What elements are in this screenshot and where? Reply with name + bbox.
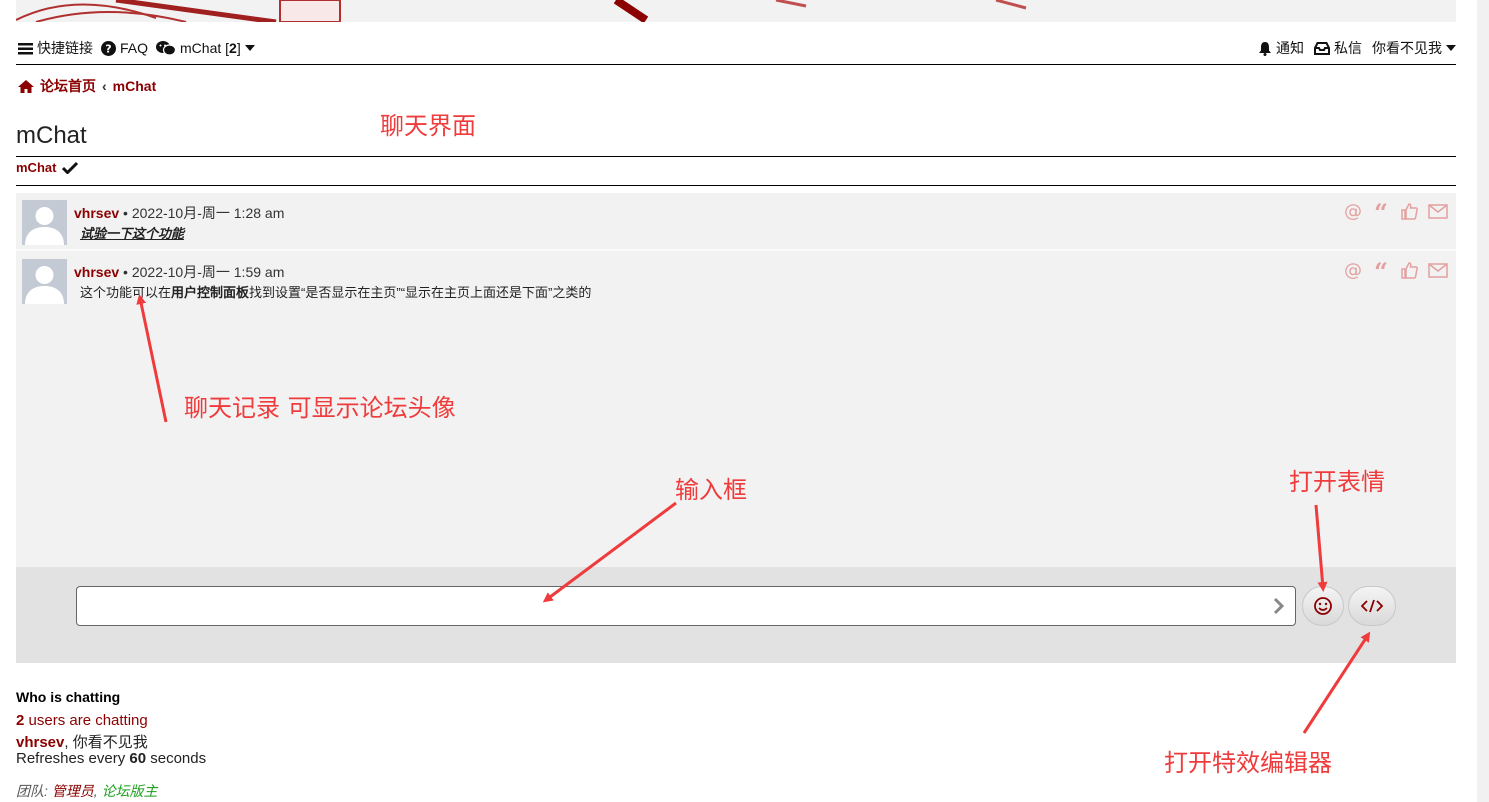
svg-text:?: ? — [105, 42, 111, 55]
svg-text:“: “ — [1374, 261, 1388, 279]
message-text: 这个功能可以在用户控制面板找到设置“是否显示在主页”“显示在主页上面还是下面”之… — [80, 285, 592, 300]
user-menu[interactable]: 你看不见我 — [1372, 38, 1456, 58]
navbar: 快捷链接 ? FAQ mChat [2] 通知 私信 你看不见我 — [16, 36, 1456, 65]
divider — [16, 156, 1456, 157]
notifications-label: 通知 — [1276, 40, 1304, 56]
home-icon — [18, 79, 34, 93]
refresh-info: Refreshes every 60 seconds — [16, 750, 207, 767]
envelope-icon[interactable] — [1428, 261, 1448, 279]
faq-label: FAQ — [120, 40, 149, 56]
quick-links-menu[interactable]: 快捷链接 — [18, 38, 93, 58]
message-separator: • — [119, 264, 132, 280]
private-messages-link[interactable]: 私信 — [1314, 38, 1362, 58]
annotation-chat-ui: 聊天界面 — [380, 112, 476, 140]
annotation-chat-history: 聊天记录 可显示论坛头像 — [184, 394, 456, 422]
users-chatting-count: 2 users are chatting — [16, 712, 148, 729]
inbox-icon — [1314, 41, 1330, 55]
subtab-mchat[interactable]: mChat — [16, 160, 79, 175]
page-title: mChat — [16, 122, 87, 149]
banner-art-icon — [16, 0, 1027, 22]
divider — [16, 185, 1456, 186]
message-time: 2022-10月-周一 1:28 am — [131, 205, 285, 221]
notifications-link[interactable]: 通知 — [1258, 38, 1304, 58]
chat-input-box[interactable] — [76, 586, 1296, 626]
bell-icon — [1259, 41, 1271, 56]
team-legend: 团队: 管理员, 论坛版主 — [16, 783, 158, 799]
annotation-input-box: 输入框 — [675, 476, 747, 504]
quote-icon[interactable]: “ — [1372, 202, 1390, 220]
team-moderator-link[interactable]: 论坛版主 — [102, 783, 158, 799]
bbcode-editor-button[interactable] — [1348, 586, 1396, 626]
avatar[interactable] — [22, 200, 67, 245]
thumbs-up-icon[interactable] — [1400, 261, 1418, 279]
quick-links-label: 快捷链接 — [37, 40, 93, 56]
caret-down-icon — [1446, 45, 1456, 51]
svg-text:@: @ — [1344, 202, 1362, 220]
mention-icon[interactable]: @ — [1344, 261, 1362, 279]
messages-label: 私信 — [1334, 40, 1362, 56]
code-icon — [1361, 599, 1383, 613]
menu-icon — [18, 42, 33, 54]
team-admin-link[interactable]: 管理员 — [52, 783, 94, 799]
question-circle-icon: ? — [101, 40, 116, 56]
checkmark-icon — [62, 161, 79, 174]
users-chatting-list: vhrsev, 你看不见我 — [16, 734, 148, 751]
annotation-editor: 打开特效编辑器 — [1164, 749, 1332, 777]
faq-link[interactable]: ? FAQ — [101, 40, 148, 56]
header-banner — [16, 0, 1456, 22]
breadcrumb-separator: ‹ — [102, 78, 107, 94]
emoji-button[interactable] — [1302, 586, 1344, 626]
quote-icon[interactable]: “ — [1372, 261, 1390, 279]
breadcrumb-mchat-link[interactable]: mChat — [113, 78, 157, 94]
chat-input-bar — [16, 567, 1456, 663]
default-avatar-icon — [25, 266, 64, 304]
username-label: 你看不见我 — [1372, 40, 1442, 56]
breadcrumb: 论坛首页 ‹ mChat — [18, 76, 156, 96]
scrollbar[interactable] — [1477, 0, 1489, 802]
mchat-menu-label: mChat [2] — [180, 40, 241, 56]
chat-messages-panel[interactable]: vhrsev • 2022-10月-周一 1:28 am 试验一下这个功能 @ … — [16, 193, 1456, 567]
message-header: vhrsev • 2022-10月-周一 1:59 am — [74, 262, 284, 282]
message-actions: @ “ — [1344, 202, 1448, 220]
svg-text:“: “ — [1374, 202, 1388, 220]
chat-message: vhrsev • 2022-10月-周一 1:59 am 这个功能可以在用户控制… — [16, 252, 1456, 308]
message-text: 试验一下这个功能 — [80, 226, 185, 241]
message-author-link[interactable]: vhrsev — [74, 205, 119, 221]
chat-input[interactable] — [85, 591, 1259, 623]
message-actions: @ “ — [1344, 261, 1448, 279]
envelope-icon[interactable] — [1428, 202, 1448, 220]
who-is-chatting-title: Who is chatting — [16, 689, 121, 705]
message-bold-text: 用户控制面板 — [171, 285, 250, 300]
chat-message: vhrsev • 2022-10月-周一 1:28 am 试验一下这个功能 @ … — [16, 193, 1456, 251]
avatar[interactable] — [22, 259, 67, 304]
chevron-right-icon[interactable] — [1273, 597, 1285, 615]
message-separator: • — [119, 205, 132, 221]
message-author-link[interactable]: vhrsev — [74, 264, 119, 280]
svg-text:@: @ — [1344, 261, 1362, 279]
message-time: 2022-10月-周一 1:59 am — [131, 264, 285, 280]
chatting-user-link[interactable]: vhrsev — [16, 734, 64, 751]
mchat-menu[interactable]: mChat [2] — [156, 40, 255, 56]
chatting-user-link[interactable]: 你看不见我 — [73, 734, 148, 751]
mention-icon[interactable]: @ — [1344, 202, 1362, 220]
message-header: vhrsev • 2022-10月-周一 1:28 am — [74, 203, 284, 223]
annotation-emoji: 打开表情 — [1289, 468, 1385, 496]
caret-down-icon — [244, 45, 255, 51]
breadcrumb-home-link[interactable]: 论坛首页 — [40, 76, 96, 96]
subtab-label: mChat — [16, 160, 57, 175]
thumbs-up-icon[interactable] — [1400, 202, 1418, 220]
default-avatar-icon — [25, 207, 64, 245]
wechat-icon — [156, 41, 177, 56]
smiley-icon — [1314, 597, 1332, 615]
